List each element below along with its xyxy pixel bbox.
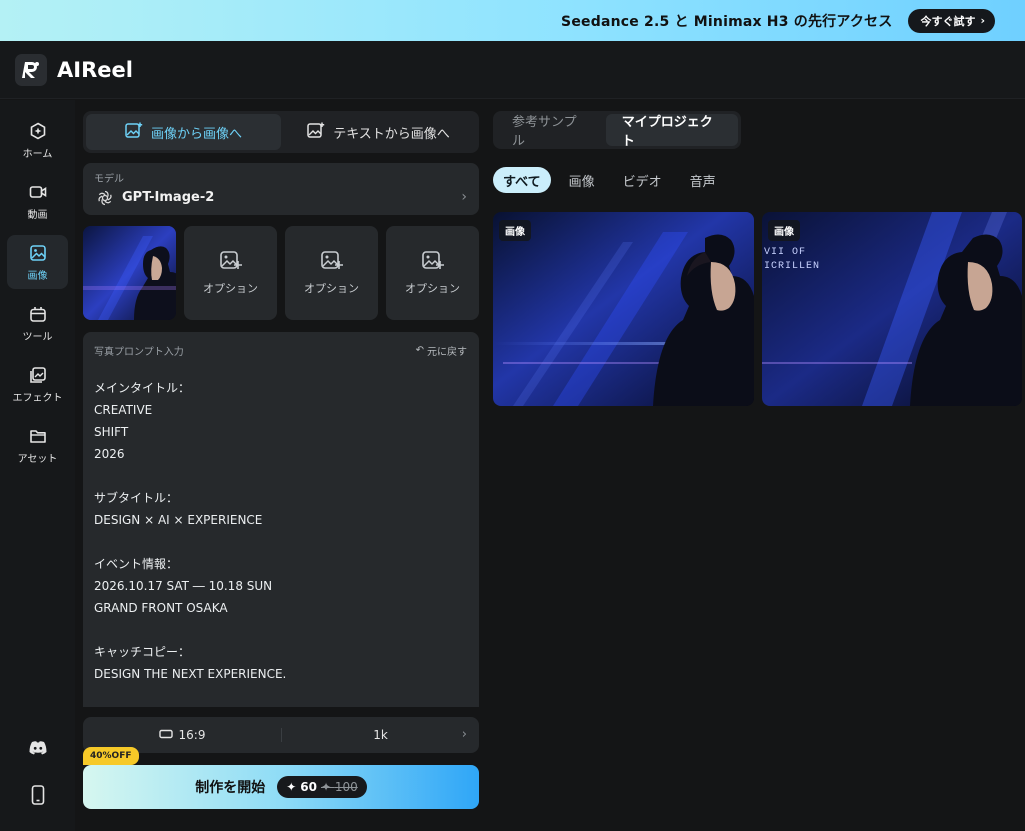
prompt-heading: 写真プロンプト入力 [94, 347, 184, 358]
image-plus-icon [307, 122, 325, 142]
option-label: オプション [203, 282, 258, 295]
model-label: モデル [94, 174, 124, 185]
chevron-right-icon: › [461, 189, 467, 205]
sidebar-item-label: アセット [17, 453, 58, 465]
filter-image[interactable]: 画像 [559, 167, 605, 193]
project-card-image [493, 212, 754, 406]
credit-cost-original-value: 100 [334, 780, 358, 794]
reference-image-thumbnail[interactable] [83, 226, 176, 320]
image-plus-icon [125, 122, 143, 142]
sidebar-item-assets[interactable]: アセット [7, 418, 68, 472]
filter-video[interactable]: ビデオ [613, 167, 672, 193]
undo-label: 元に戻す [427, 347, 467, 358]
image-plus-icon [320, 250, 343, 274]
option-slot[interactable]: オプション [386, 226, 479, 320]
discount-badge: 40%OFF [83, 747, 139, 765]
resolution-selector[interactable]: 1k [282, 728, 479, 742]
app-logo-icon[interactable] [15, 53, 47, 86]
credit-icon: ✦ [286, 780, 297, 794]
chevron-right-icon: › [461, 727, 467, 742]
option-slot[interactable]: オプション [285, 226, 378, 320]
credit-cost: ✦ 60 ✦ 100 [277, 776, 367, 798]
aspect-ratio-value: 16:9 [178, 728, 206, 742]
effects-icon [28, 365, 48, 385]
app-name[interactable]: AIReel [57, 58, 133, 82]
aspect-ratio-selector[interactable]: 16:9 [83, 728, 281, 742]
filter-audio[interactable]: 音声 [680, 167, 726, 193]
banner-text: Seedance 2.5 と Minimax H3 の先行アクセス [561, 13, 893, 30]
output-settings[interactable]: 16:9 1k › [83, 717, 479, 753]
card-overlay-text: ICRILLEN [764, 261, 820, 272]
media-type-badge: 画像 [768, 220, 800, 241]
folder-icon [28, 426, 48, 446]
tab-reference-samples[interactable]: 参考サンプル [496, 114, 603, 149]
openai-icon [97, 190, 113, 206]
sidebar-item-label: ツール [22, 331, 53, 343]
option-slot[interactable]: オプション [184, 226, 277, 320]
tab-text-to-image[interactable]: テキストから画像へ [281, 114, 476, 150]
sidebar-item-effects[interactable]: エフェクト [7, 357, 68, 411]
app-name-ai: AI [57, 57, 82, 82]
image-plus-icon [421, 250, 444, 274]
project-card[interactable]: VII OF ICRILLEN 画像 [762, 212, 1022, 406]
project-tabs: 参考サンプル マイプロジェクト [493, 111, 741, 149]
option-label: オプション [304, 282, 359, 295]
sidebar-item-label: 画像 [27, 270, 48, 282]
model-selector[interactable]: モデル GPT-Image-2 › [83, 163, 479, 215]
app-header: AIReel [0, 41, 1025, 99]
discord-icon[interactable] [27, 737, 49, 759]
tab-label: テキストから画像へ [333, 126, 450, 142]
start-label: 制作を開始 [195, 780, 266, 796]
sidebar-item-video[interactable]: 動画 [7, 174, 68, 228]
chevron-right-icon: › [980, 14, 985, 27]
undo-button[interactable]: ↶ 元に戻す [416, 343, 467, 358]
sidebar-item-label: 動画 [27, 209, 48, 221]
try-now-label: 今すぐ試す [920, 14, 976, 28]
image-plus-icon [219, 250, 242, 274]
tab-my-projects[interactable]: マイプロジェクト [605, 114, 738, 149]
credit-cost-value: 60 [300, 780, 317, 794]
tab-image-to-image[interactable]: 画像から画像へ [86, 114, 281, 150]
promo-banner: Seedance 2.5 と Minimax H3 の先行アクセス 今すぐ試す … [0, 0, 1025, 41]
mode-tabs: 画像から画像へ テキストから画像へ [83, 111, 479, 153]
reference-images: オプション オプション オプション [83, 226, 479, 320]
filter-all[interactable]: すべて [493, 167, 551, 193]
card-overlay-text: VII OF [764, 247, 806, 258]
prompt-panel: 写真プロンプト入力 ↶ 元に戻す メインタイトル： CREATIVE SHIFT… [83, 332, 479, 707]
sidebar: ホーム 動画 画像 ツール エフェクト アセット [0, 100, 75, 831]
project-card[interactable]: 画像 [493, 212, 754, 406]
model-name: GPT-Image-2 [122, 190, 215, 205]
media-type-badge: 画像 [499, 220, 531, 241]
aspect-ratio-icon [158, 728, 173, 742]
main-content: 画像から画像へ テキストから画像へ モデル GPT-Image-2 › オプショ… [75, 100, 1025, 831]
app-name-reel: Reel [81, 57, 133, 82]
video-icon [28, 182, 48, 202]
tools-icon [28, 304, 48, 324]
undo-icon: ↶ [415, 345, 424, 356]
sidebar-item-image[interactable]: 画像 [7, 235, 68, 289]
image-icon [28, 243, 48, 263]
prompt-textarea[interactable]: メインタイトル： CREATIVE SHIFT 2026 サブタイトル： DES… [94, 377, 464, 685]
sidebar-item-label: エフェクト [12, 392, 63, 404]
mobile-icon[interactable] [27, 784, 49, 806]
tab-label: 画像から画像へ [150, 126, 242, 142]
sidebar-item-home[interactable]: ホーム [7, 113, 68, 167]
home-icon [28, 121, 48, 141]
sidebar-item-label: ホーム [22, 148, 53, 160]
sidebar-item-tools[interactable]: ツール [7, 296, 68, 350]
credit-cost-original: ✦ 100 [320, 780, 358, 794]
media-filters: すべて 画像 ビデオ 音声 [493, 167, 726, 193]
project-card-image: VII OF ICRILLEN [762, 212, 1022, 406]
try-now-button[interactable]: 今すぐ試す › [908, 8, 995, 33]
option-label: オプション [405, 282, 460, 295]
start-generation-button[interactable]: 制作を開始 ✦ 60 ✦ 100 [83, 765, 479, 809]
